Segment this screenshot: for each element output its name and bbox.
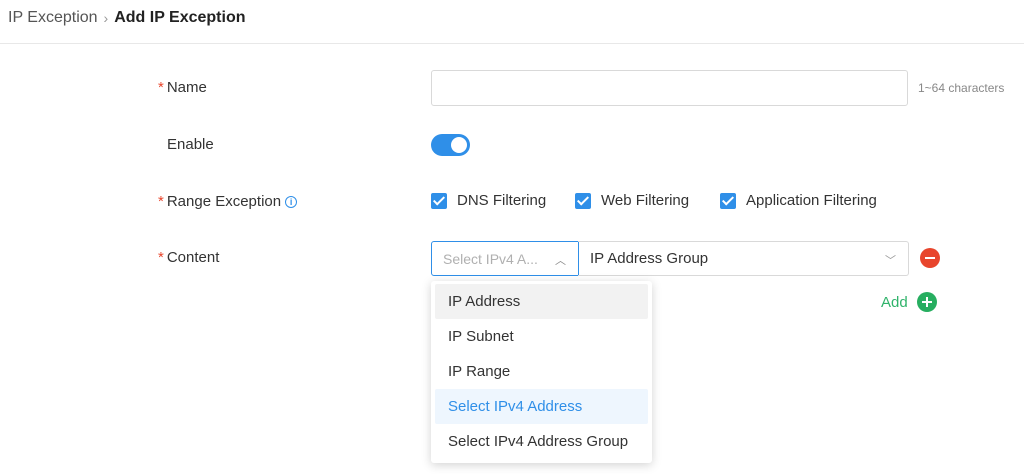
required-mark: * <box>158 193 164 210</box>
range-exception-label-text: Range Exception <box>166 193 282 210</box>
dropdown-option-select-ipv4-address-group[interactable]: Select IPv4 Address Group <box>435 424 648 459</box>
dropdown-option-ip-address[interactable]: IP Address <box>435 284 648 319</box>
checkbox-checked-icon <box>720 192 736 209</box>
checkbox-label: Application Filtering <box>746 192 877 209</box>
dropdown-option-select-ipv4-address[interactable]: Select IPv4 Address <box>435 389 648 424</box>
page-title: Add IP Exception <box>114 9 246 26</box>
name-label-text: Name <box>166 79 207 96</box>
content-label-text: Content <box>166 249 220 266</box>
add-content-button[interactable]: Add <box>881 292 937 312</box>
range-exception-label: * Range Exception i <box>158 193 298 210</box>
page-header: IP Exception › Add IP Exception <box>0 0 1024 44</box>
add-label: Add <box>881 293 908 311</box>
application-filtering-checkbox[interactable]: Application Filtering <box>720 192 877 209</box>
checkbox-checked-icon <box>575 192 591 209</box>
name-hint: 1~64 characters <box>918 81 1005 95</box>
enable-toggle[interactable] <box>431 134 470 156</box>
plus-circle-icon <box>916 292 937 312</box>
remove-content-button[interactable] <box>920 248 940 268</box>
content-value-text: IP Address Group <box>590 250 709 267</box>
chevron-up-icon: ︿ <box>555 255 566 267</box>
breadcrumb-separator: › <box>103 10 109 26</box>
enable-label-text: Enable <box>167 136 214 153</box>
content-type-select[interactable]: Select IPv4 A... ︿ <box>431 241 579 276</box>
dropdown-option-ip-range[interactable]: IP Range <box>435 354 648 389</box>
checkbox-label: Web Filtering <box>601 192 690 209</box>
dns-filtering-checkbox[interactable]: DNS Filtering <box>431 192 546 209</box>
name-label: * Name <box>158 79 207 96</box>
checkbox-checked-icon <box>431 192 447 209</box>
breadcrumb: IP Exception › Add IP Exception <box>8 9 246 27</box>
info-icon[interactable]: i <box>285 195 298 208</box>
content-type-placeholder: Select IPv4 A... <box>443 250 538 267</box>
required-mark: * <box>158 79 164 96</box>
required-mark: * <box>158 249 164 266</box>
toggle-knob <box>451 137 467 153</box>
dropdown-option-ip-subnet[interactable]: IP Subnet <box>435 319 648 354</box>
web-filtering-checkbox[interactable]: Web Filtering <box>575 192 689 209</box>
content-type-dropdown: IP Address IP Subnet IP Range Select IPv… <box>431 281 652 463</box>
enable-label: Enable <box>167 136 214 153</box>
content-value-select[interactable]: IP Address Group ﹀ <box>578 241 909 276</box>
chevron-down-icon: ﹀ <box>885 255 896 267</box>
content-label: * Content <box>158 249 219 266</box>
breadcrumb-parent-link[interactable]: IP Exception <box>8 9 98 27</box>
name-input[interactable] <box>431 70 908 106</box>
checkbox-label: DNS Filtering <box>457 192 547 209</box>
